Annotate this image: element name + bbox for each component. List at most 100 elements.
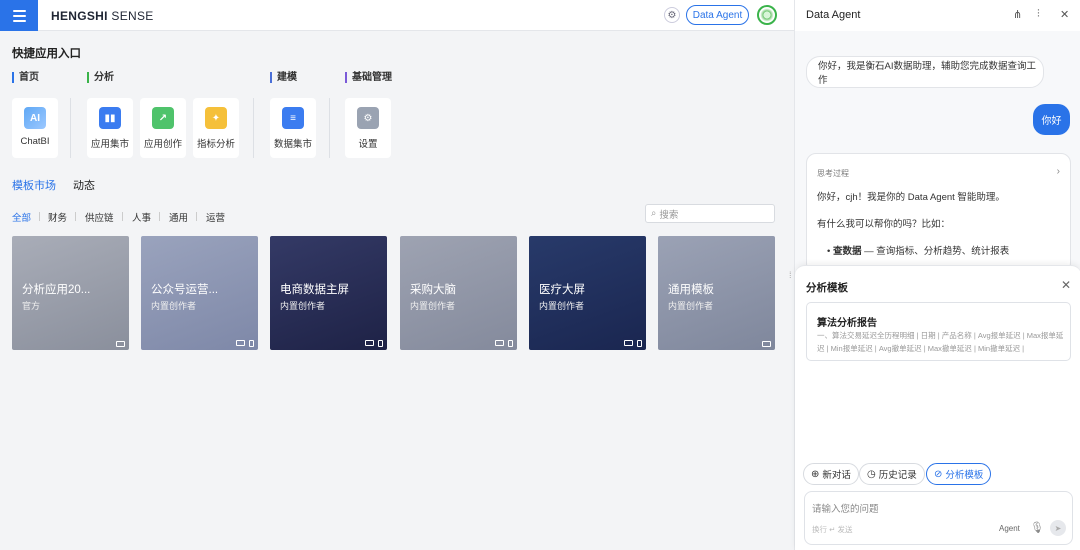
template-author: 内置创作者 (539, 301, 585, 311)
template-name: 电商数据主屏 (280, 284, 349, 296)
settings-icon: ⚙ (357, 107, 379, 129)
template-item[interactable]: 算法分析报告 一、算法交易延迟全历程明细 | 日期 | 产品名称 | Avg报单… (806, 302, 1071, 361)
data-agent-button[interactable]: Data Agent (686, 5, 749, 25)
quick-card-label: ChatBI (20, 136, 50, 147)
filter-operations[interactable]: 运营 (206, 210, 225, 224)
assistant-greeting: 你好，我是衡石AI数据助理，辅助您完成数据查询工作 (806, 56, 1044, 88)
resize-handle[interactable]: ⁞ (789, 270, 792, 280)
filter-separator (75, 212, 76, 221)
logo: HENGSHI SENSE (51, 9, 154, 23)
filter-separator (159, 212, 160, 221)
menu-icon-line (12, 14, 26, 17)
chat-input-placeholder: 请输入您的问题 (812, 504, 879, 515)
divider (253, 98, 254, 158)
ai-icon: AI (24, 107, 46, 129)
quick-card-label: 应用集市 (90, 139, 129, 150)
top-bar: HENGSHI SENSE ⚙ Data Agent (0, 0, 794, 31)
think-process-label[interactable]: 思考过程 (817, 168, 849, 179)
template-name: 通用模板 (668, 284, 714, 296)
settings-sliders-icon[interactable]: ⫶ (1037, 8, 1040, 21)
divider (70, 98, 71, 158)
desktop-icon (236, 340, 245, 346)
reply-line: 有什么我可以帮你的吗？比如： (817, 219, 951, 230)
template-card[interactable]: 电商数据主屏 内置创作者 (270, 236, 387, 350)
template-card[interactable]: 采购大脑 内置创作者 (400, 236, 517, 350)
input-hint: 换行 ↵ 发送 (812, 525, 853, 534)
reply-bullet-rest: — 查询指标、分析趋势、统计报表 (861, 246, 1010, 257)
template-name: 分析应用20... (22, 284, 91, 296)
agent-title: Data Agent (806, 9, 861, 21)
send-icon[interactable]: ➤ (1050, 520, 1066, 536)
quick-entry-title: 快捷应用入口 (12, 48, 81, 60)
agent-mode-label[interactable]: Agent (999, 524, 1020, 533)
chip-label: 新对话 (822, 470, 851, 481)
filter-supply-chain[interactable]: 供应链 (85, 210, 114, 224)
template-author: 内置创作者 (280, 301, 326, 311)
quick-card-label: 设置 (358, 139, 378, 150)
group-label-analysis: 分析 (87, 72, 114, 83)
mobile-icon (249, 340, 254, 347)
filter-separator (122, 212, 123, 221)
desktop-icon (762, 341, 771, 347)
chip-label: 历史记录 (878, 470, 917, 481)
data-market-icon: ≡ (282, 107, 304, 129)
menu-icon (12, 9, 26, 12)
analysis-template-button[interactable]: ⊘ 分析模板 (926, 463, 992, 485)
logo-thin: SENSE (107, 9, 154, 23)
desktop-icon (495, 340, 504, 346)
compass-icon: ⊘ (934, 468, 943, 480)
menu-button[interactable] (0, 0, 38, 31)
template-card[interactable]: 通用模板 内置创作者 (658, 236, 775, 350)
reply-bullet-bold: 查数据 (832, 246, 862, 257)
quick-card-metric[interactable]: ✦ 指标分析 (193, 98, 239, 158)
assistant-reply: 思考过程 › 你好，cjh！我是你的 Data Agent 智能助理。 有什么我… (806, 153, 1071, 273)
template-author: 内置创作者 (668, 301, 714, 311)
metric-icon: ✦ (205, 107, 227, 129)
quick-card-app-market[interactable]: ▮▮ 应用集市 (87, 98, 133, 158)
reply-bullet: • 查数据 — 查询指标、分析趋势、统计报表 (827, 246, 1010, 257)
template-item-title: 算法分析报告 (817, 318, 877, 329)
filter-separator (196, 212, 197, 221)
microphone-icon[interactable]: 🎙 (1030, 521, 1044, 534)
quick-card-settings[interactable]: ⚙ 设置 (345, 98, 391, 158)
avatar[interactable] (757, 5, 777, 25)
template-name: 公众号运营... (151, 284, 219, 296)
filter-general[interactable]: 通用 (169, 210, 188, 224)
filter-hr[interactable]: 人事 (132, 210, 151, 224)
tab-template-market[interactable]: 模板市场 (12, 177, 56, 193)
template-name: 医疗大屏 (539, 284, 585, 296)
mobile-icon (508, 340, 513, 347)
quick-card-chatbi[interactable]: AI ChatBI (12, 98, 58, 158)
new-chat-button[interactable]: ⊕ 新对话 (803, 463, 859, 485)
agent-header: Data Agent ⋔ ⫶ ✕ (795, 0, 1080, 31)
panel-title: 分析模板 (806, 282, 848, 294)
quick-card-app-create[interactable]: ↗ 应用创作 (140, 98, 186, 158)
search-placeholder: 搜索 (659, 209, 679, 221)
template-card[interactable]: 医疗大屏 内置创作者 (529, 236, 646, 350)
template-card[interactable]: 公众号运营... 内置创作者 (141, 236, 258, 350)
quick-card-data-market[interactable]: ≡ 数据集市 (270, 98, 316, 158)
template-item-desc: 一、算法交易延迟全历程明细 | 日期 | 产品名称 | Avg报单延迟 | Ma… (817, 331, 1064, 353)
search-input[interactable]: ⌕ 搜索 (645, 204, 775, 223)
history-icon: ◷ (867, 468, 876, 480)
tab-activity[interactable]: 动态 (73, 177, 95, 193)
desktop-icon (624, 340, 633, 346)
desktop-icon (116, 341, 125, 347)
close-icon[interactable]: ✕ (1061, 278, 1071, 292)
gear-icon[interactable]: ⚙ (664, 7, 680, 23)
template-card[interactable]: 分析应用20... 官方 (12, 236, 129, 350)
chat-input[interactable]: 请输入您的问题 换行 ↵ 发送 Agent 🎙 ➤ (804, 491, 1073, 545)
app-market-icon: ▮▮ (99, 107, 121, 129)
main-area: HENGSHI SENSE ⚙ Data Agent 快捷应用入口 首页 分析 … (0, 0, 794, 550)
desktop-icon (365, 340, 374, 346)
app-create-icon: ↗ (152, 107, 174, 129)
filter-all[interactable]: 全部 (12, 210, 31, 224)
history-button[interactable]: ◷ 历史记录 (859, 463, 925, 485)
chip-label: 分析模板 (945, 470, 984, 481)
chevron-right-icon[interactable]: › (1057, 166, 1060, 177)
share-icon[interactable]: ⋔ (1013, 8, 1022, 21)
filter-finance[interactable]: 财务 (48, 210, 67, 224)
close-icon[interactable]: ✕ (1060, 8, 1069, 21)
mobile-icon (637, 340, 642, 347)
template-name: 采购大脑 (410, 284, 456, 296)
